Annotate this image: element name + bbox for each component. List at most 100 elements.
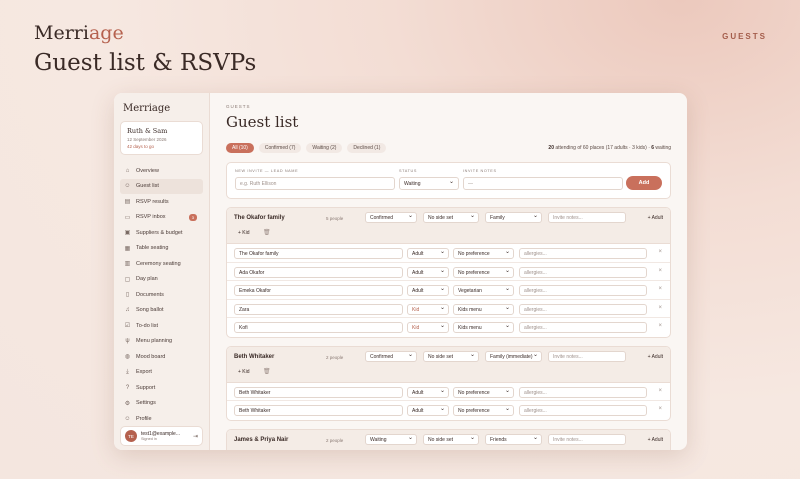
guest-name-input[interactable]: Emeka Okafor	[234, 285, 403, 296]
remove-guest-icon[interactable]: ×	[658, 323, 662, 329]
sidebar-item-song-ballot[interactable]: ♫ Song ballot	[120, 303, 203, 319]
age-select[interactable]: Adult	[407, 266, 449, 278]
group-relation-select[interactable]: Family	[485, 212, 542, 223]
sidebar-item-guest-list[interactable]: ☺ Guest list	[120, 178, 203, 194]
sidebar-item-label: Overview	[136, 167, 159, 174]
diet-select[interactable]: No preference	[453, 266, 514, 278]
group-notes-input[interactable]: Invite notes...	[548, 350, 626, 362]
age-select[interactable]: Adult	[407, 248, 449, 259]
diet-select[interactable]: Kids menu	[453, 303, 514, 315]
diet-select[interactable]: Kids menu	[453, 322, 514, 333]
status-select[interactable]: Waiting	[399, 177, 459, 190]
group-side-select[interactable]: No side set	[423, 350, 479, 362]
guest-name-input[interactable]: The Okafor family	[234, 248, 403, 259]
allergies-input[interactable]: allergies...	[519, 386, 647, 398]
home-icon: ⌂	[125, 167, 130, 174]
group-status-select[interactable]: Waiting	[365, 433, 417, 445]
sidebar-item-rsvp-results[interactable]: ▤ RSVP results	[120, 194, 203, 210]
add-adult-button[interactable]: + Adult	[648, 354, 663, 360]
age-select[interactable]: Adult	[407, 405, 449, 416]
user-box[interactable]: TE test1@example... Signed in ⇥	[120, 426, 203, 446]
remove-guest-icon[interactable]: ×	[658, 388, 662, 394]
sidebar-item-ceremony-seating[interactable]: ▥ Ceremony seating	[120, 256, 203, 272]
remove-guest-icon[interactable]: ×	[658, 406, 662, 412]
lead-name-label: NEW INVITE — LEAD NAME	[235, 169, 299, 173]
add-adult-button[interactable]: + Adult	[648, 437, 663, 443]
sidebar-item-support[interactable]: ? Support	[120, 380, 203, 396]
filter-pill[interactable]: Confirmed (7)	[258, 143, 302, 153]
remove-guest-icon[interactable]: ×	[658, 249, 662, 255]
diet-select[interactable]: No preference	[453, 405, 514, 416]
briefcase-icon: ▣	[124, 230, 131, 237]
allergies-input[interactable]: allergies...	[519, 248, 647, 259]
add-adult-button[interactable]: + Adult	[648, 215, 663, 221]
sidebar-item-overview[interactable]: ⌂ Overview	[120, 163, 203, 179]
add-kid-button[interactable]: + Kid	[238, 369, 250, 375]
group-notes-input[interactable]: Invite notes...	[548, 212, 626, 223]
app-window: Merriage Ruth & Sam 12 September 2026 42…	[114, 93, 687, 450]
group-notes-input[interactable]: Invite notes...	[548, 433, 626, 445]
guest-name-input[interactable]: Beth Whitaker	[234, 386, 403, 398]
sidebar-item-documents[interactable]: ▯ Documents	[120, 287, 203, 303]
group-status-select[interactable]: Confirmed	[365, 350, 417, 362]
guest-name-input[interactable]: Beth Whitaker	[234, 405, 403, 416]
group-relation-select[interactable]: Family (immediate)	[485, 350, 542, 362]
sidebar-item-to-do-list[interactable]: ☑ To-do list	[120, 318, 203, 334]
sidebar-brand: Merriage	[123, 103, 171, 114]
group-status-select[interactable]: Confirmed	[365, 212, 417, 223]
filter-pill[interactable]: Declined (1)	[347, 143, 387, 153]
users-icon: ☺	[124, 183, 131, 190]
sidebar-item-suppliers-budget[interactable]: ▣ Suppliers & budget	[120, 225, 203, 241]
logout-icon[interactable]: ⇥	[193, 433, 198, 440]
sidebar-item-export[interactable]: ⤓ Export	[120, 365, 203, 381]
chart-icon: ▤	[124, 199, 131, 206]
trash-icon[interactable]: 🗑	[263, 229, 271, 236]
filter-pill[interactable]: Waiting (2)	[306, 143, 343, 153]
sidebar-item-label: Menu planning	[136, 338, 173, 345]
age-select[interactable]: Adult	[407, 386, 449, 398]
guest-name-input[interactable]: Kofi	[234, 322, 403, 333]
allergies-input[interactable]: allergies...	[519, 266, 647, 278]
sidebar-item-profile[interactable]: ☺ Profile	[120, 411, 203, 427]
add-kid-button[interactable]: + Kid	[238, 230, 250, 236]
couple-card[interactable]: Ruth & Sam 12 September 2026 42 days to …	[120, 121, 203, 155]
sidebar-item-label: Settings	[136, 400, 156, 407]
group-side-select[interactable]: No side set	[423, 212, 479, 223]
remove-guest-icon[interactable]: ×	[658, 286, 662, 292]
allergies-input[interactable]: allergies...	[519, 405, 647, 416]
age-select[interactable]: Adult	[407, 285, 449, 296]
sidebar-item-label: RSVP results	[136, 198, 169, 205]
allergies-input[interactable]: allergies...	[519, 303, 647, 315]
group-header: Beth Whitaker 2 people Confirmed No side…	[227, 346, 670, 383]
age-select[interactable]: Kid	[407, 322, 449, 333]
group-relation-select[interactable]: Friends	[485, 433, 542, 445]
sidebar-item-settings[interactable]: ⚙ Settings	[120, 396, 203, 412]
filter-row: All (10) Confirmed (7) Waiting (2) Declined…	[226, 142, 671, 154]
age-select[interactable]: Kid	[407, 303, 449, 315]
sidebar-item-table-seating[interactable]: ▦ Table seating	[120, 241, 203, 257]
table-icon: ▦	[124, 245, 131, 252]
add-invite-button[interactable]: Add	[626, 176, 662, 190]
document-icon: ▯	[125, 292, 130, 299]
allergies-input[interactable]: allergies...	[519, 322, 647, 333]
diet-select[interactable]: Vegetarian	[453, 285, 514, 296]
lead-name-input[interactable]: e.g. Ruth Ellison	[235, 177, 395, 190]
remove-guest-icon[interactable]: ×	[658, 268, 662, 274]
group-side-select[interactable]: No side set	[423, 433, 479, 445]
sidebar-item-mood-board[interactable]: ◍ Mood board	[120, 349, 203, 365]
guest-name-input[interactable]: Ada Okafor	[234, 266, 403, 278]
guest-name-input[interactable]: Zara	[234, 303, 403, 315]
sidebar-item-menu-planning[interactable]: ψ Menu planning	[120, 334, 203, 350]
sidebar-item-rsvp-inbox[interactable]: ▭ RSVP inbox 3	[120, 210, 203, 226]
trash-icon[interactable]: 🗑	[263, 368, 271, 375]
new-invite-form: NEW INVITE — LEAD NAME e.g. Ruth Ellison…	[226, 162, 671, 199]
diet-select[interactable]: No preference	[453, 248, 514, 259]
diet-select[interactable]: No preference	[453, 386, 514, 398]
sidebar-item-label: To-do list	[136, 322, 159, 329]
sidebar-item-day-plan[interactable]: ▢ Day plan	[120, 272, 203, 288]
remove-guest-icon[interactable]: ×	[658, 305, 662, 311]
filter-pill[interactable]: All (10)	[226, 143, 254, 153]
inbox-icon: ▭	[124, 214, 131, 221]
invite-notes-input[interactable]: —	[463, 177, 623, 190]
allergies-input[interactable]: allergies...	[519, 285, 647, 296]
